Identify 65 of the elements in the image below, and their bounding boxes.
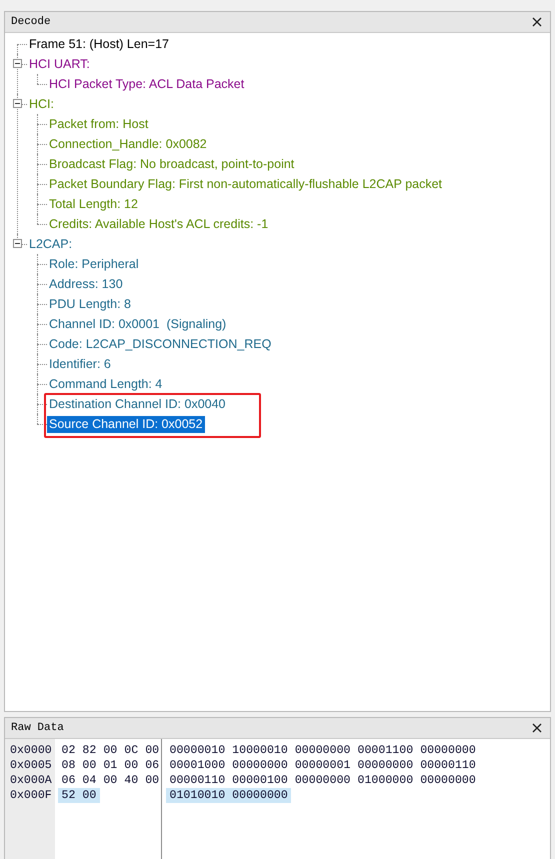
- close-icon[interactable]: [532, 17, 542, 27]
- tree-item[interactable]: Channel ID: 0x0001 (Signaling): [47, 316, 228, 332]
- binary-byte[interactable]: 00000110: [416, 758, 480, 773]
- tree-item[interactable]: Packet from: Host: [47, 116, 150, 132]
- tree-item[interactable]: Address: 130: [47, 276, 125, 292]
- hex-byte[interactable]: 01: [100, 758, 121, 773]
- hex-byte[interactable]: 00: [142, 743, 163, 758]
- tree-item[interactable]: Role: Peripheral: [47, 256, 141, 272]
- collapse-icon[interactable]: [13, 99, 22, 108]
- hex-byte[interactable]: 04: [78, 773, 100, 788]
- collapse-icon[interactable]: [13, 239, 22, 248]
- tree-item[interactable]: PDU Length: 8: [47, 296, 133, 312]
- tree-item[interactable]: Credits: Available Host's ACL credits: -1: [47, 216, 270, 232]
- tree-group-label[interactable]: HCI:: [27, 96, 56, 112]
- tree-item[interactable]: Command Length: 4: [47, 376, 164, 392]
- panel-title: Raw Data: [11, 722, 64, 734]
- binary-byte[interactable]: 00000110: [166, 773, 229, 788]
- hex-byte[interactable]: 00: [120, 758, 142, 773]
- binary-byte[interactable]: 00000000: [291, 743, 354, 758]
- binary-byte[interactable]: 00000000: [354, 758, 417, 773]
- hex-byte[interactable]: 06: [142, 758, 163, 773]
- binary-byte[interactable]: 00000000: [291, 773, 354, 788]
- binary-byte[interactable]: 00000001: [291, 758, 354, 773]
- offset-label: 0x000A: [10, 773, 52, 788]
- binary-byte[interactable]: 00001000: [166, 758, 229, 773]
- hex-byte[interactable]: 02: [58, 743, 79, 758]
- binary-byte[interactable]: 10000010: [228, 743, 292, 758]
- tree-item[interactable]: Connection_Handle: 0x0082: [47, 136, 209, 152]
- tree-item[interactable]: Identifier: 6: [47, 356, 113, 372]
- tree-item[interactable]: Packet Boundary Flag: First non-automatically-flushable L2CAP packet: [47, 176, 444, 192]
- hex-byte[interactable]: 40: [120, 773, 142, 788]
- hex-byte[interactable]: 0C: [120, 743, 142, 758]
- offset-label: 0x0005: [10, 758, 52, 773]
- tree-item[interactable]: Broadcast Flag: No broadcast, point-to-point: [47, 156, 296, 172]
- hex-byte[interactable]: 82: [78, 743, 100, 758]
- tree-item[interactable]: Total Length: 12: [47, 196, 140, 212]
- hex-byte[interactable]: 00: [78, 788, 100, 803]
- tree-item[interactable]: Source Channel ID: 0x0052: [47, 416, 205, 432]
- binary-byte[interactable]: 01010010: [166, 788, 229, 803]
- tree-item[interactable]: Destination Channel ID: 0x0040: [47, 396, 228, 412]
- binary-byte[interactable]: 00000100: [228, 773, 292, 788]
- tree-item[interactable]: Frame 51: (Host) Len=17: [27, 36, 171, 52]
- binary-byte[interactable]: 00000010: [166, 743, 229, 758]
- binary-byte[interactable]: 00001100: [354, 743, 417, 758]
- hex-byte[interactable]: 06: [58, 773, 79, 788]
- hex-byte[interactable]: 08: [58, 758, 79, 773]
- collapse-icon[interactable]: [13, 59, 22, 68]
- hex-byte[interactable]: 52: [58, 788, 79, 803]
- panel-title: Decode: [11, 16, 51, 28]
- hex-byte[interactable]: 00: [78, 758, 100, 773]
- close-icon[interactable]: [532, 723, 542, 733]
- offset-label: 0x000F: [10, 788, 52, 803]
- offset-label: 0x0000: [10, 743, 52, 758]
- hex-byte[interactable]: 00: [100, 773, 121, 788]
- tree-item[interactable]: HCI Packet Type: ACL Data Packet: [47, 76, 246, 92]
- hex-byte[interactable]: 00: [142, 773, 163, 788]
- tree-item[interactable]: Code: L2CAP_DISCONNECTION_REQ: [47, 336, 274, 352]
- tree-group-label[interactable]: HCI UART:: [27, 56, 92, 72]
- binary-byte[interactable]: 01000000: [354, 773, 417, 788]
- binary-byte[interactable]: 00000000: [228, 788, 292, 803]
- binary-byte[interactable]: 00000000: [228, 758, 292, 773]
- binary-byte[interactable]: 00000000: [416, 743, 480, 758]
- tree-group-label[interactable]: L2CAP:: [27, 236, 74, 252]
- hex-byte[interactable]: 00: [100, 743, 121, 758]
- binary-byte[interactable]: 00000000: [416, 773, 480, 788]
